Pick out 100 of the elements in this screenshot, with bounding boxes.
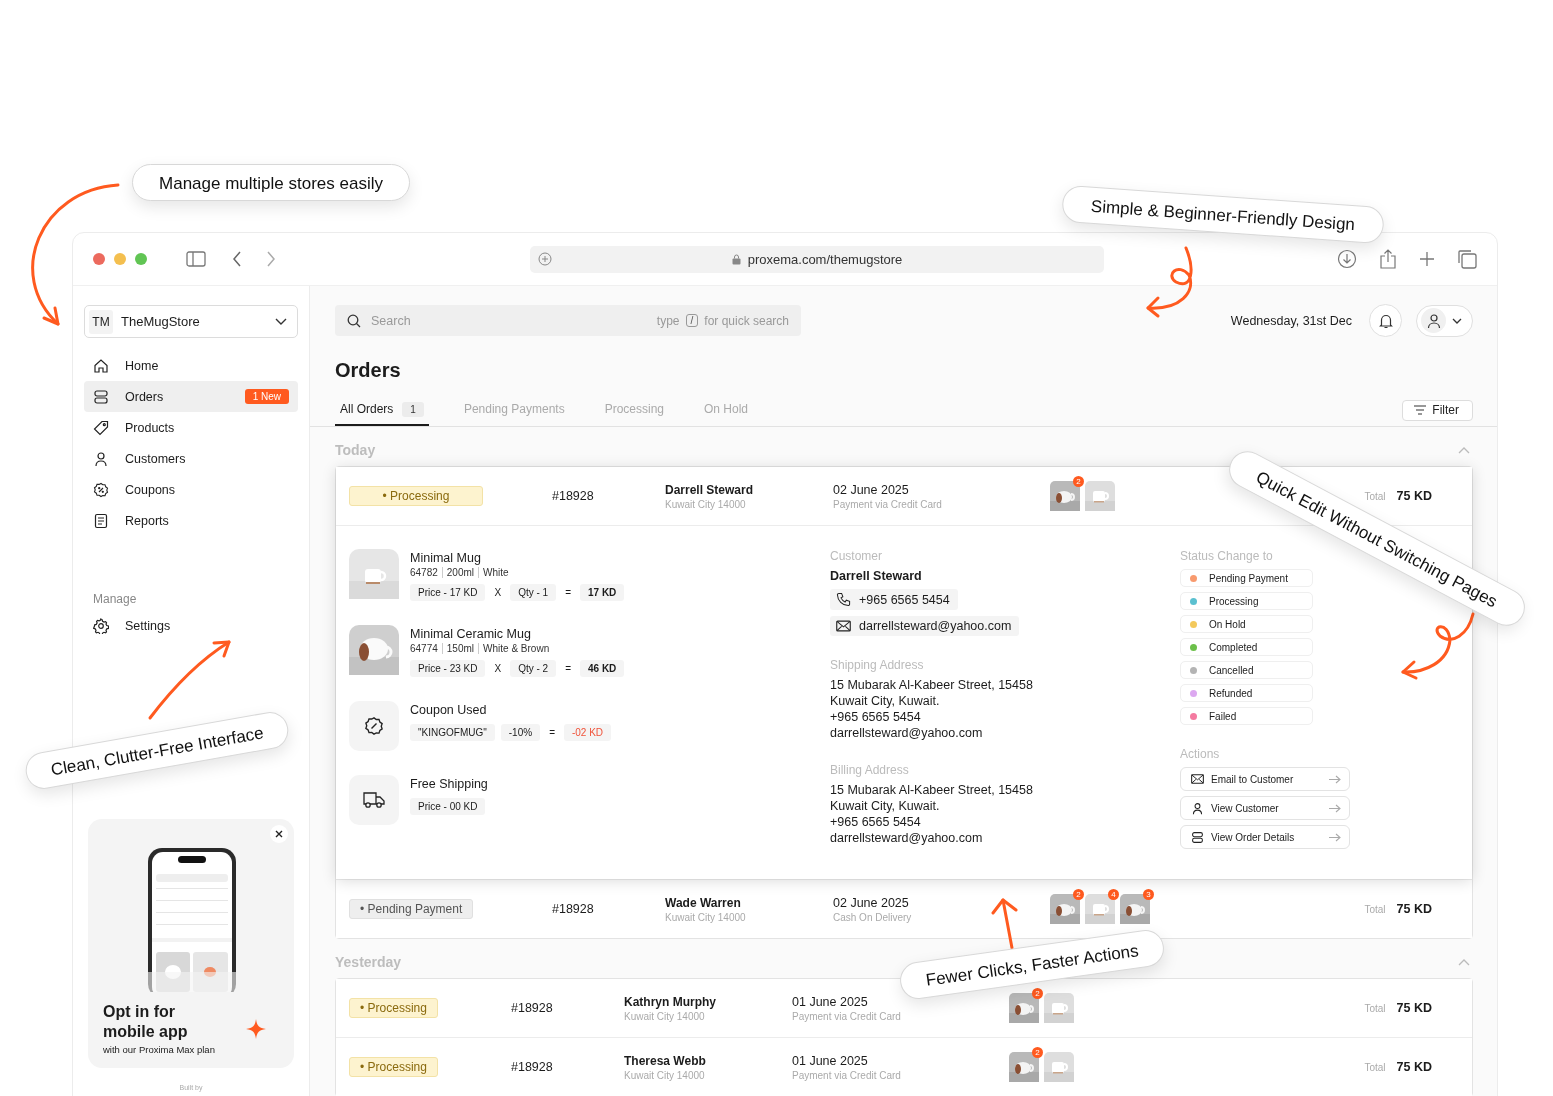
email-chip: darrellsteward@yahoo.com — [830, 616, 1020, 636]
page-title: Orders — [335, 358, 402, 382]
nav-item[interactable]: Coupons — [84, 474, 298, 505]
customer-city: Kuwait City 14000 — [624, 1010, 705, 1022]
count-badge: 2 — [1073, 476, 1084, 487]
new-badge: 1 New — [244, 389, 289, 404]
order-date: 02 June 2025 — [833, 895, 909, 910]
status-option[interactable]: Refunded — [1180, 684, 1313, 702]
address-line: darrellsteward@yahoo.com — [830, 725, 984, 741]
address-line: +965 6565 5454 — [830, 709, 922, 725]
total-amount: 75 KD — [1396, 1060, 1432, 1074]
status-option-label: Completed — [1209, 641, 1258, 653]
amount-chip: 46 KD — [580, 660, 625, 677]
operator: = — [564, 663, 572, 674]
amount-chip: 17 KD — [580, 584, 625, 601]
search-box[interactable]: Search type / for quick search — [335, 305, 801, 336]
total-label: Total — [1364, 490, 1386, 502]
amount-chip: -02 KD — [563, 724, 612, 741]
price-chip: Price - 23 KD — [410, 660, 486, 677]
count-badge: 4 — [1108, 889, 1119, 900]
item-attribute: 200ml — [441, 567, 475, 578]
status-option-label: Failed — [1209, 710, 1237, 722]
operator: = — [548, 727, 556, 738]
order-id: #18928 — [552, 902, 595, 916]
customer-name: Darrell Steward — [665, 482, 754, 497]
nav-item[interactable]: Settings — [84, 610, 298, 641]
status-badge: • Processing — [349, 1057, 438, 1077]
order-id: #18928 — [511, 1001, 554, 1015]
nav-item[interactable]: Customers — [84, 443, 298, 474]
order-row[interactable]: • Pending Payment #18928 Wade Warren Kuwait City 14000 02 June 2025 Cash On Delivery 2 4 3 Total 75 KD — [336, 879, 1472, 938]
status-option[interactable]: Pending Payment — [1180, 569, 1313, 587]
item-name: Minimal Ceramic Mug — [410, 626, 532, 642]
tab-count: 1 — [402, 401, 424, 417]
total-amount: 75 KD — [1396, 902, 1432, 916]
search-field[interactable]: Search — [367, 312, 651, 329]
nav-item[interactable]: Products — [84, 412, 298, 443]
total-label: Total — [1364, 903, 1386, 915]
store-selector[interactable]: TM TheMugStore — [84, 305, 298, 338]
url-text: proxema.com/themugstore — [747, 251, 903, 267]
nav-item[interactable]: Home — [84, 350, 298, 381]
payment-method: Payment via Credit Card — [792, 1010, 901, 1022]
action-button[interactable]: View Order Details — [1180, 825, 1350, 849]
order-date: 02 June 2025 — [833, 482, 909, 497]
payment-method: Cash On Delivery — [833, 911, 912, 923]
section-label: Billing Address — [830, 763, 910, 777]
coupon-code-chip: "KINGOFMUG" — [410, 724, 495, 741]
store-name: TheMugStore — [121, 314, 201, 329]
total-amount: 75 KD — [1396, 489, 1432, 503]
status-option[interactable]: Completed — [1180, 638, 1313, 656]
shortcut-key: / — [685, 314, 699, 327]
nav-item[interactable]: Reports — [84, 505, 298, 536]
status-badge: • Processing — [349, 998, 438, 1018]
operator: X — [493, 663, 503, 674]
status-badge: • Processing — [349, 486, 483, 506]
filter-button[interactable]: Filter — [1402, 399, 1473, 421]
search-hint: for quick search — [704, 313, 789, 328]
total-label: Total — [1364, 1061, 1386, 1073]
item-name: Coupon Used — [410, 702, 488, 718]
total-amount: 75 KD — [1396, 1001, 1432, 1015]
address-line: Kuwait City, Kuwait. — [830, 693, 941, 709]
address-line: 15 Mubarak Al-Kabeer Street, 15458 — [830, 677, 1034, 693]
tab[interactable]: All Orders 1 — [335, 394, 429, 426]
status-option[interactable]: Failed — [1180, 707, 1313, 725]
payment-method: Payment via Credit Card — [833, 498, 942, 510]
action-button[interactable]: Email to Customer — [1180, 767, 1350, 791]
order-id: #18928 — [552, 489, 595, 503]
customer-city: Kuwait City 14000 — [624, 1069, 705, 1081]
order-date: 01 June 2025 — [792, 1053, 868, 1068]
promo-subtitle: with our Proxima Max plan — [103, 1044, 215, 1055]
customer-city: Kuwait City 14000 — [665, 498, 746, 510]
action-button[interactable]: View Customer — [1180, 796, 1350, 820]
status-option[interactable]: On Hold — [1180, 615, 1313, 633]
status-option[interactable]: Cancelled — [1180, 661, 1313, 679]
quantity-chip: Qty - 1 — [510, 584, 557, 601]
item-attribute: White — [478, 567, 509, 578]
payment-method: Payment via Credit Card — [792, 1069, 901, 1081]
status-option[interactable]: Processing — [1180, 592, 1313, 610]
operator: X — [493, 587, 503, 598]
item-attribute: 150ml — [441, 643, 475, 654]
quantity-chip: Qty - 2 — [510, 660, 557, 677]
callout-label: Manage multiple stores easily — [132, 164, 410, 201]
discount-chip: -10% — [500, 724, 541, 741]
section-label: Actions — [1180, 747, 1220, 761]
store-initials: TM — [89, 309, 113, 334]
section-label: Customer — [830, 549, 883, 563]
price-chip: Price - 00 KD — [410, 798, 486, 815]
address-bar[interactable]: proxema.com/themugstore — [530, 245, 1104, 273]
address-line: darrellsteward@yahoo.com — [830, 830, 984, 846]
nav-item[interactable]: Orders 1 New — [84, 381, 298, 412]
order-date: 01 June 2025 — [792, 994, 868, 1009]
address-line: +965 6565 5454 — [830, 814, 922, 830]
status-option-label: Refunded — [1209, 687, 1253, 699]
order-id: #18928 — [511, 1060, 554, 1074]
customer-name: Darrell Steward — [830, 569, 923, 583]
status-option-label: Cancelled — [1209, 664, 1254, 676]
customer-city: Kuwait City 14000 — [665, 911, 746, 923]
address-line: Kuwait City, Kuwait. — [830, 798, 941, 814]
order-row[interactable]: • Processing #18928 Theresa Webb Kuwait City 14000 01 June 2025 Payment via Credit Card 2 Total 75 KD — [336, 1037, 1472, 1096]
count-badge: 2 — [1032, 988, 1043, 999]
customer-name: Kathryn Murphy — [624, 994, 716, 1009]
